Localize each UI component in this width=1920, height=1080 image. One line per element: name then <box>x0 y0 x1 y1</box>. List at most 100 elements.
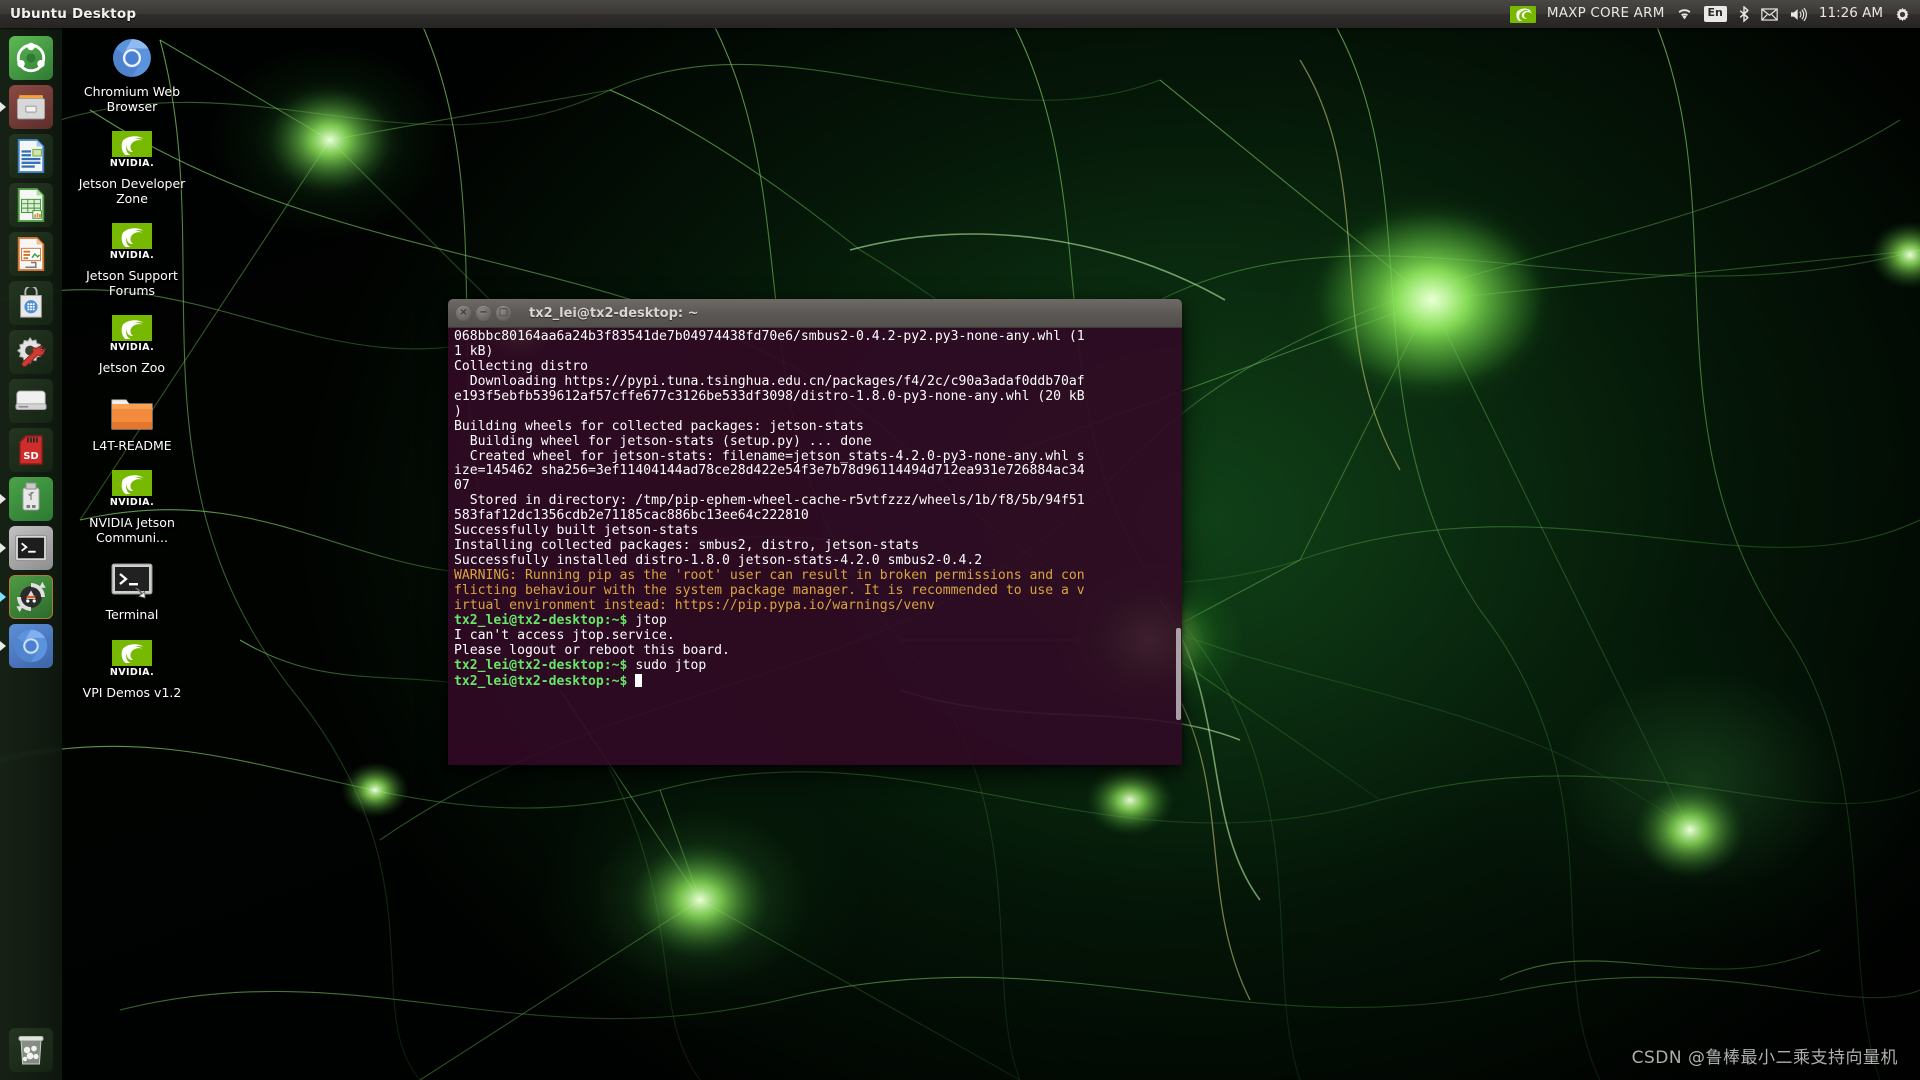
terminal-line: 1 kB) <box>454 343 494 359</box>
mail-icon[interactable] <box>1761 7 1778 21</box>
launcher-item-system-settings[interactable] <box>0 327 62 376</box>
terminal-scrollbar[interactable] <box>1176 628 1181 720</box>
terminal-line: Collecting distro <box>454 358 589 374</box>
wifi-icon[interactable] <box>1676 7 1693 21</box>
terminal-command: jtop <box>627 612 667 628</box>
system-tray: MAXP CORE ARM En 11:26 AM <box>1509 5 1920 23</box>
terminal-line: I can't access jtop.service. <box>454 627 675 643</box>
terminal-line: 068bbc80164aa6a24b3f83541de7b04974438fd7… <box>454 329 1085 344</box>
trash-icon <box>18 1035 44 1064</box>
gear-icon[interactable] <box>1894 6 1911 23</box>
terminal-titlebar[interactable]: × − □ tx2_lei@tx2-desktop: ~ <box>448 299 1182 328</box>
terminal-line: tx2_lei@tx2-desktop:~$ <box>454 673 1178 690</box>
clock[interactable]: 11:26 AM <box>1819 7 1883 21</box>
sd-card-icon: SD <box>19 434 43 465</box>
running-indicator <box>0 640 6 651</box>
launcher-item-sd-card[interactable]: SD <box>0 425 62 474</box>
top-panel: Ubuntu Desktop MAXP CORE ARM En 11:26 AM <box>0 0 1920 28</box>
terminal-line: ize=145462 sha256=3ef11404144ad78ce28d42… <box>454 463 1085 479</box>
launcher-item-libreoffice-writer[interactable] <box>0 131 62 180</box>
launcher-item-libreoffice-calc[interactable] <box>0 180 62 229</box>
running-indicator <box>0 542 6 553</box>
gear-wrench-icon <box>16 336 46 367</box>
nvidia-eye-icon[interactable] <box>1509 5 1536 23</box>
nvidia-icon: NVIDIA. <box>108 310 156 358</box>
desktop-icon-jetson-support-forums[interactable]: NVIDIA. Jetson Support Forums <box>70 212 194 298</box>
software-updater-icon <box>16 581 46 612</box>
desktop-icon-label: Jetson Zoo <box>98 360 166 375</box>
desktop-icon-label: Chromium Web Browser <box>83 84 181 114</box>
minimize-icon[interactable]: − <box>476 305 491 321</box>
launcher-item-chromium[interactable] <box>0 621 62 670</box>
launcher-item-dash-home[interactable] <box>0 33 62 82</box>
chromium-icon <box>14 629 48 662</box>
launcher-item-software-updater[interactable] <box>0 572 62 621</box>
desktop-icon-label: VPI Demos v1.2 <box>82 684 182 700</box>
terminal-line: WARNING: Running pip as the 'root' user … <box>454 568 1085 583</box>
terminal-body[interactable]: 068bbc80164aa6a24b3f83541de7b04974438fd7… <box>448 328 1182 765</box>
terminal-prompt: tx2_lei@tx2-desktop:~$ <box>454 673 628 689</box>
launcher-item-libreoffice-impress[interactable] <box>0 229 62 278</box>
terminal-line: 07 <box>454 478 470 494</box>
terminal-line: 583faf12dc1356cdb2e71185cac886bc13ee64c2… <box>454 508 809 524</box>
nvidia-icon: NVIDIA. <box>108 126 156 174</box>
launcher-item-trash[interactable] <box>0 1025 62 1074</box>
desktop-icon-label: NVIDIA Jetson Communi... <box>89 515 175 545</box>
writer-icon <box>17 138 45 173</box>
desktop-icon-jetson-zoo[interactable]: NVIDIA. Jetson Zoo <box>70 304 194 376</box>
bluetooth-icon[interactable] <box>1738 5 1750 23</box>
maximize-icon[interactable]: □ <box>496 305 511 321</box>
calc-icon <box>17 187 45 222</box>
desktop-icon-terminal[interactable]: Terminal <box>70 551 194 623</box>
keyboard-language-indicator[interactable]: En <box>1703 6 1727 22</box>
running-indicator <box>0 101 6 112</box>
launcher-item-disk-drive[interactable] <box>0 376 62 425</box>
desktop-icon-jetson-developer-zone[interactable]: NVIDIA. Jetson Developer Zone <box>70 120 194 206</box>
desktop-icon-label: Jetson Support Forums <box>86 268 178 298</box>
desktop-icon-jetson-community[interactable]: NVIDIA. NVIDIA Jetson Communi... <box>70 459 194 545</box>
terminal-icon <box>15 534 47 561</box>
terminal-command: sudo jtop <box>627 657 707 673</box>
terminal-window[interactable]: × − □ tx2_lei@tx2-desktop: ~ 068bbc80164… <box>448 299 1182 765</box>
terminal-line: tx2_lei@tx2-desktop:~$ jtop <box>454 612 1178 629</box>
watermark: CSDN @鲁棒最小二乘支持向量机 <box>1631 1048 1898 1068</box>
running-indicator <box>0 493 6 504</box>
desktop-icon-grid: Chromium Web Browser NVIDIA. Jetson Deve… <box>62 28 202 706</box>
folder-icon <box>108 388 156 436</box>
terminal-command <box>627 674 635 689</box>
launcher-item-terminal[interactable] <box>0 523 62 572</box>
tray-label-maxp[interactable]: MAXP CORE ARM <box>1547 7 1665 21</box>
terminal-line: Please logout or reboot this board. <box>454 642 730 658</box>
terminal-line: Building wheels for collected packages: … <box>454 418 864 434</box>
hard-drive-icon <box>15 390 47 410</box>
launcher-item-usb-drive[interactable] <box>0 474 62 523</box>
terminal-line: e193f5ebfb539612af57cffe677c3126be533df3… <box>454 388 1085 404</box>
terminal-line: Successfully installed distro-1.8.0 jets… <box>454 553 983 569</box>
terminal-line: Installing collected packages: smbus2, d… <box>454 538 920 554</box>
desktop-icon-chromium[interactable]: Chromium Web Browser <box>70 28 194 114</box>
terminal-prompt: tx2_lei@tx2-desktop:~$ <box>454 657 628 673</box>
nvidia-icon: NVIDIA. <box>108 218 156 266</box>
ubuntu-logo-icon <box>16 42 46 72</box>
panel-title[interactable]: Ubuntu Desktop <box>10 6 136 22</box>
desktop-screen: Ubuntu Desktop MAXP CORE ARM En 11:26 AM… <box>0 0 1920 1080</box>
launcher-item-files[interactable] <box>0 82 62 131</box>
launcher-item-ubuntu-software[interactable] <box>0 278 62 327</box>
volume-icon[interactable] <box>1789 7 1808 22</box>
terminal-line: irtual environment instead: https://pip.… <box>454 597 935 613</box>
terminal-title: tx2_lei@tx2-desktop: ~ <box>529 305 699 321</box>
nvidia-icon: NVIDIA. <box>108 465 156 513</box>
close-icon[interactable]: × <box>456 305 471 321</box>
file-manager-icon <box>16 94 46 119</box>
software-center-icon <box>20 286 42 318</box>
terminal-line: flicting behaviour with the system packa… <box>454 582 1085 598</box>
running-indicator <box>0 591 6 602</box>
desktop-icon-l4t-readme[interactable]: L4T-README <box>70 382 194 454</box>
impress-icon <box>17 236 45 271</box>
terminal-line: Stored in directory: /tmp/pip-ephem-whee… <box>454 493 1085 509</box>
usb-stick-icon <box>22 482 40 510</box>
terminal-line: Downloading https://pypi.tuna.tsinghua.e… <box>454 373 1085 389</box>
desktop-icon-label: Jetson Developer Zone <box>78 176 186 206</box>
desktop-icon-vpi-demos[interactable]: NVIDIA. VPI Demos v1.2 <box>70 629 194 701</box>
terminal-cursor <box>635 673 643 687</box>
